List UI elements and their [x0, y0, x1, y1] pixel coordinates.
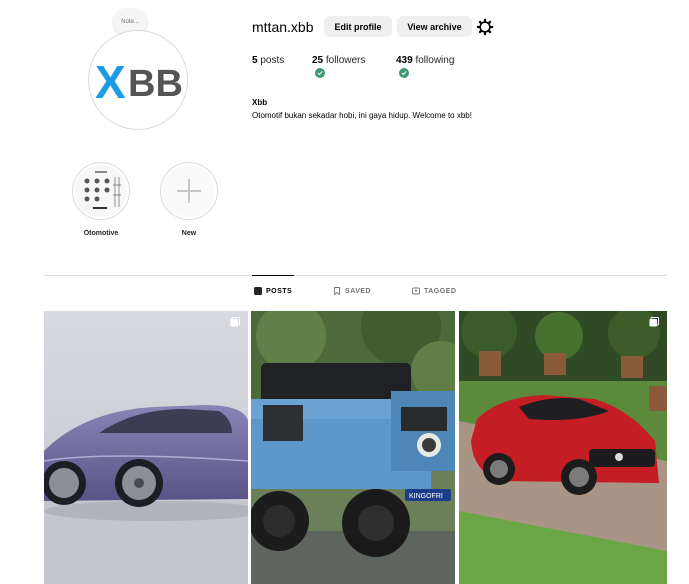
check-icon [315, 68, 325, 78]
bio-text: Otomotif bukan sekadar hobi, ini gaya hi… [252, 111, 472, 120]
check-icon [399, 68, 409, 78]
multiple-images-icon [649, 317, 659, 327]
post-image-blue-offroader: KINGOFRI [251, 311, 455, 584]
following-link[interactable]: 439 following [396, 55, 454, 66]
note-text: Note... [121, 19, 139, 25]
view-archive-button[interactable]: View archive [397, 16, 472, 37]
post-thumbnail[interactable] [459, 311, 667, 584]
tab-saved[interactable]: SAVED [333, 287, 371, 295]
bookmark-icon [334, 287, 340, 295]
edit-profile-button[interactable]: Edit profile [324, 16, 392, 37]
bio-name: Xbb [252, 98, 268, 107]
highlight-label: New [181, 230, 197, 237]
username: mttan.xbb [252, 19, 314, 35]
posts-count: 5 posts [252, 55, 285, 66]
license-plate-text: KINGOFRI [409, 493, 443, 500]
tab-tagged[interactable]: TAGGED [412, 287, 456, 295]
tab-posts[interactable]: POSTS [254, 287, 292, 295]
post-image-red-coupe [459, 311, 667, 584]
highlight-label: Otomotive [83, 230, 119, 237]
profile-avatar[interactable]: X BB [88, 30, 188, 130]
highlight-new[interactable]: New [160, 162, 218, 237]
tabs-divider [44, 275, 667, 276]
highlight-otomotive[interactable]: Otomotive [72, 162, 130, 237]
active-tab-indicator [252, 275, 294, 276]
multiple-images-icon [230, 317, 240, 327]
svg-text:X: X [95, 56, 126, 108]
post-image-purple-sedan [44, 311, 248, 584]
followers-link[interactable]: 25 followers [312, 55, 365, 66]
tag-person-icon [412, 287, 420, 295]
plus-icon [177, 179, 201, 203]
post-thumbnail[interactable] [44, 311, 248, 584]
xbb-logo: X BB [95, 56, 183, 108]
grid-icon [254, 287, 262, 295]
highlight-cover-image [75, 165, 127, 217]
settings-gear-icon[interactable] [476, 18, 494, 36]
post-thumbnail[interactable]: KINGOFRI [251, 311, 455, 584]
svg-text:BB: BB [128, 63, 183, 105]
